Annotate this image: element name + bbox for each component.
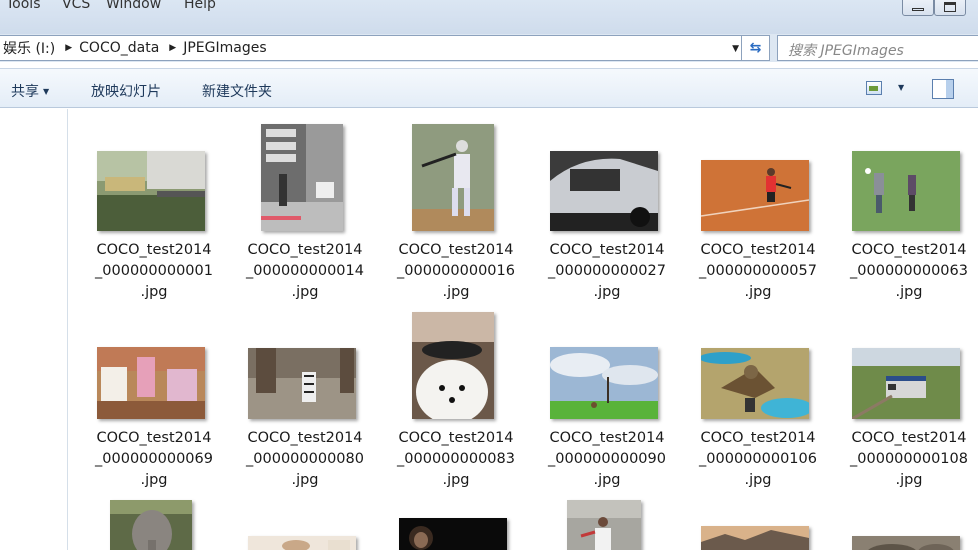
breadcrumb-drive[interactable]: 娱乐 (I:) <box>0 38 61 58</box>
thumbnail <box>852 151 960 231</box>
menu-tools[interactable]: Tools <box>6 0 41 12</box>
file-name: COCO_test2014 _000000000063 .jpg <box>850 242 968 300</box>
thumbnail <box>852 536 960 550</box>
chevron-down-icon[interactable]: ▼ <box>898 83 904 92</box>
slideshow-button[interactable]: 放映幻灯片 <box>91 81 161 101</box>
file-name: COCO_test2014 _000000000069 .jpg <box>95 430 213 488</box>
file-name: COCO_test2014 _000000000083 .jpg <box>397 430 515 488</box>
thumbnail <box>701 348 809 419</box>
new-folder-button[interactable]: 新建文件夹 <box>202 81 272 101</box>
file-name: COCO_test2014 _000000000108 .jpg <box>850 430 968 488</box>
thumbnail <box>248 536 356 550</box>
file-grid: COCO_test2014 _000000000001 .jpg COCO_te… <box>68 109 978 550</box>
breadcrumb-jpegimages[interactable]: JPEGImages <box>180 40 272 56</box>
thumbnail <box>412 312 494 419</box>
file-name: COCO_test2014 _000000000080 .jpg <box>246 430 364 488</box>
file-name: COCO_test2014 _000000000027 .jpg <box>548 242 666 300</box>
thumbnail <box>261 124 343 231</box>
share-button[interactable]: 共享 ▼ <box>11 81 49 101</box>
file-name: COCO_test2014 _000000000001 .jpg <box>95 242 213 300</box>
search-input[interactable]: 搜索 JPEGImages <box>777 35 978 61</box>
file-name: COCO_test2014 _000000000057 .jpg <box>699 242 817 300</box>
breadcrumb-coco-data[interactable]: COCO_data <box>76 40 165 56</box>
thumbnail <box>248 348 356 419</box>
thumbnail <box>550 151 658 231</box>
thumbnail <box>567 500 641 550</box>
thumbnail <box>97 347 205 419</box>
maximize-button[interactable] <box>934 0 966 16</box>
window-controls <box>902 0 966 16</box>
maximize-icon <box>944 2 956 12</box>
share-label: 共享 <box>11 84 39 100</box>
navigation-pane[interactable] <box>0 109 68 550</box>
address-dropdown-icon[interactable]: ▼ <box>732 44 739 54</box>
thumbnail <box>701 526 809 550</box>
thumbnail <box>852 348 960 419</box>
thumbnail <box>97 151 205 231</box>
thumbnail <box>412 124 494 231</box>
menu-help[interactable]: Help <box>184 0 216 12</box>
refresh-icon[interactable]: ⇆ <box>741 35 769 61</box>
chevron-down-icon: ▼ <box>43 87 50 96</box>
address-row: 娱乐 (I:) ▶ COCO_data ▶ JPEGImages ▼ ⇆ 搜索 … <box>0 34 978 62</box>
preview-pane-icon[interactable] <box>932 79 954 99</box>
file-name: COCO_test2014 _000000000014 .jpg <box>246 242 364 300</box>
menu-window[interactable]: Window <box>106 0 161 12</box>
view-options-icon[interactable] <box>866 81 882 95</box>
breadcrumb-arrow-icon[interactable]: ▶ <box>165 43 180 53</box>
thumbnail <box>550 347 658 419</box>
menu-vcs[interactable]: VCS <box>62 0 90 12</box>
minimize-button[interactable] <box>902 0 934 16</box>
breadcrumb-arrow-icon[interactable]: ▶ <box>61 43 76 53</box>
minimize-icon <box>912 7 924 11</box>
file-name: COCO_test2014 _000000000106 .jpg <box>699 430 817 488</box>
thumbnail <box>110 500 192 550</box>
address-bar[interactable]: 娱乐 (I:) ▶ COCO_data ▶ JPEGImages ▼ ⇆ <box>0 35 770 61</box>
command-bar: 共享 ▼ 放映幻灯片 新建文件夹 ▼ <box>0 68 978 108</box>
file-name: COCO_test2014 _000000000016 .jpg <box>397 242 515 300</box>
menu-bar: Tools VCS Window Help <box>0 0 978 34</box>
thumbnail <box>399 518 507 550</box>
thumbnail <box>701 160 809 231</box>
file-name: COCO_test2014 _000000000090 .jpg <box>548 430 666 488</box>
